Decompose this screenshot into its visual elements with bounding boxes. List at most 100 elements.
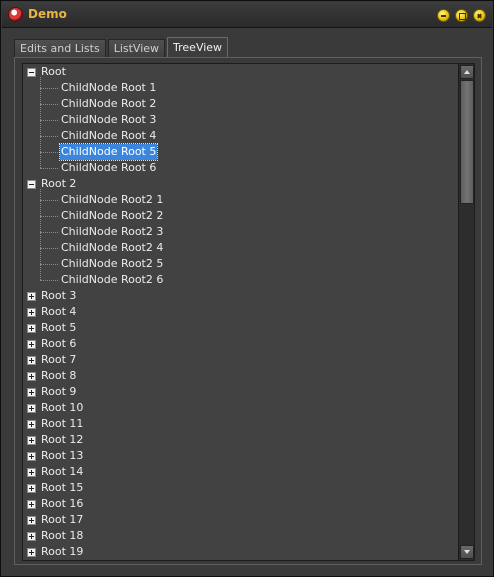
tree-root-node[interactable]: Root 11	[23, 416, 459, 432]
tree-node-label[interactable]: Root 3	[41, 288, 76, 304]
tree-connector-line	[40, 200, 58, 201]
tree-node-label[interactable]: Root 2	[41, 176, 76, 192]
tree-root-node[interactable]: Root 12	[23, 432, 459, 448]
tree-child-node[interactable]: ChildNode Root2 4	[23, 240, 459, 256]
expand-icon[interactable]	[27, 372, 36, 381]
tree-root-node[interactable]: Root 19	[23, 544, 459, 560]
tree-child-node[interactable]: ChildNode Root2 1	[23, 192, 459, 208]
tree-root-node[interactable]: Root 10	[23, 400, 459, 416]
collapse-icon[interactable]	[27, 68, 36, 77]
maximize-icon[interactable]	[455, 9, 468, 22]
expand-icon[interactable]	[27, 308, 36, 317]
tree-root-node[interactable]: Root 17	[23, 512, 459, 528]
expand-icon[interactable]	[27, 532, 36, 541]
expand-icon[interactable]	[27, 324, 36, 333]
tree-root-node[interactable]: Root 18	[23, 528, 459, 544]
tree-node-label[interactable]: Root 14	[41, 464, 83, 480]
tree-node-label[interactable]: ChildNode Root2 1	[60, 192, 164, 208]
tree-child-node[interactable]: ChildNode Root 1	[23, 80, 459, 96]
minimize-icon[interactable]	[437, 9, 450, 22]
expand-icon[interactable]	[27, 340, 36, 349]
expand-icon[interactable]	[27, 452, 36, 461]
tree-node-label[interactable]: Root 19	[41, 544, 83, 560]
tree-node-label[interactable]: Root 13	[41, 448, 83, 464]
tree-node-label[interactable]: ChildNode Root2 2	[60, 208, 164, 224]
tree-rows: Root ChildNode Root 1 ChildNode Root 2 Chil…	[23, 64, 459, 560]
tree-root-node[interactable]: Root 8	[23, 368, 459, 384]
tree-node-label[interactable]: Root 16	[41, 496, 83, 512]
tree-node-label[interactable]: Root 10	[41, 400, 83, 416]
expand-icon[interactable]	[27, 388, 36, 397]
scroll-up-icon[interactable]	[460, 65, 474, 79]
tree-node-label[interactable]: ChildNode Root 1	[60, 80, 157, 96]
scrollbar-thumb[interactable]	[460, 80, 474, 204]
tab-treeview[interactable]: TreeView	[167, 37, 229, 58]
tree-node-label[interactable]: ChildNode Root 3	[60, 112, 157, 128]
tree-child-node[interactable]: ChildNode Root 6	[23, 160, 459, 176]
tree-child-node[interactable]: ChildNode Root 3	[23, 112, 459, 128]
tree-node-label[interactable]: Root	[41, 64, 66, 80]
tree-root-node[interactable]: Root	[23, 64, 459, 80]
expand-icon[interactable]	[27, 500, 36, 509]
tree-root-node[interactable]: Root 16	[23, 496, 459, 512]
tree-child-node[interactable]: ChildNode Root2 6	[23, 272, 459, 288]
tree-node-label[interactable]: Root 5	[41, 320, 76, 336]
tree-child-node[interactable]: ChildNode Root 2	[23, 96, 459, 112]
tree-node-label[interactable]: Root 12	[41, 432, 83, 448]
tree-root-node[interactable]: Root 9	[23, 384, 459, 400]
tree-root-node[interactable]: Root 15	[23, 480, 459, 496]
tree-node-label[interactable]: ChildNode Root2 3	[60, 224, 164, 240]
tree-node-label[interactable]: ChildNode Root 2	[60, 96, 157, 112]
tree-node-label[interactable]: ChildNode Root 6	[60, 160, 157, 176]
expand-icon[interactable]	[27, 420, 36, 429]
tree-child-node[interactable]: ChildNode Root 4	[23, 128, 459, 144]
tree-root-node[interactable]: Root 5	[23, 320, 459, 336]
tree-child-node[interactable]: ChildNode Root2 3	[23, 224, 459, 240]
tree-root-node[interactable]: Root 3	[23, 288, 459, 304]
close-icon[interactable]	[473, 9, 486, 22]
tree-node-label[interactable]: Root 15	[41, 480, 83, 496]
tree-connector-line	[40, 168, 58, 169]
expand-icon[interactable]	[27, 436, 36, 445]
expand-icon[interactable]	[27, 484, 36, 493]
tree-root-node[interactable]: Root 4	[23, 304, 459, 320]
tree-node-label[interactable]: ChildNode Root 4	[60, 128, 157, 144]
tree-node-label[interactable]: Root 18	[41, 528, 83, 544]
tree-node-label[interactable]: Root 9	[41, 384, 76, 400]
tree-node-label-selected[interactable]: ChildNode Root 5	[58, 143, 159, 161]
tree-root-node[interactable]: Root 6	[23, 336, 459, 352]
tree-node-label[interactable]: Root 7	[41, 352, 76, 368]
tree-child-node[interactable]: ChildNode Root2 2	[23, 208, 459, 224]
expand-icon[interactable]	[27, 292, 36, 301]
tree-node-label[interactable]: Root 4	[41, 304, 76, 320]
tree-child-node[interactable]: ChildNode Root2 5	[23, 256, 459, 272]
scroll-down-icon[interactable]	[460, 545, 474, 559]
title-bar[interactable]: Demo	[2, 2, 492, 28]
tree-connector-line	[40, 136, 58, 137]
tree-root-node[interactable]: Root 13	[23, 448, 459, 464]
tree-view[interactable]: Root ChildNode Root 1 ChildNode Root 2 Chil…	[22, 63, 475, 561]
tree-node-label[interactable]: ChildNode Root2 6	[60, 272, 164, 288]
tree-root-node[interactable]: Root 7	[23, 352, 459, 368]
expand-icon[interactable]	[27, 516, 36, 525]
tree-node-label[interactable]: Root 11	[41, 416, 83, 432]
tab-edits-and-lists[interactable]: Edits and Lists	[14, 39, 106, 58]
tree-connector-line	[40, 216, 58, 217]
collapse-icon[interactable]	[27, 180, 36, 189]
tree-node-label[interactable]: Root 8	[41, 368, 76, 384]
tab-listview[interactable]: ListView	[107, 39, 166, 58]
tree-node-label[interactable]: Root 17	[41, 512, 83, 528]
tree-child-node[interactable]: ChildNode Root 5	[23, 143, 459, 161]
tree-node-label[interactable]: ChildNode Root2 5	[60, 256, 164, 272]
app-icon[interactable]	[8, 7, 23, 22]
tree-node-label[interactable]: Root 6	[41, 336, 76, 352]
tree-node-label[interactable]: ChildNode Root2 4	[60, 240, 164, 256]
vertical-scrollbar[interactable]	[458, 64, 474, 560]
expand-icon[interactable]	[27, 404, 36, 413]
tree-root-node[interactable]: Root 14	[23, 464, 459, 480]
expand-icon[interactable]	[27, 548, 36, 557]
tree-connector-line	[40, 232, 58, 233]
tree-root-node[interactable]: Root 2	[23, 176, 459, 192]
expand-icon[interactable]	[27, 356, 36, 365]
expand-icon[interactable]	[27, 468, 36, 477]
